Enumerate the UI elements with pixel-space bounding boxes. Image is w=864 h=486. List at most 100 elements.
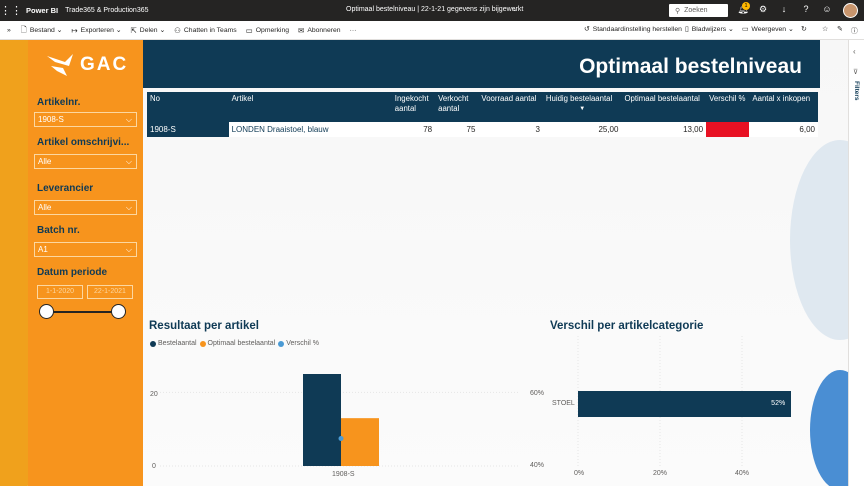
x-tick-label: 1908-S: [332, 471, 355, 478]
edit-icon[interactable]: ✎: [837, 25, 843, 33]
date-slider-end-handle[interactable]: [111, 304, 126, 319]
comment-icon: ▭: [245, 25, 253, 35]
report-canvas: GAC Artikelnr. 1908-S ⌵ Artikel omschrijv…: [0, 40, 848, 486]
date-slider-track[interactable]: [46, 311, 118, 313]
article-dropdown[interactable]: 1908-S ⌵: [34, 112, 137, 127]
mail-icon: ✉: [298, 25, 305, 35]
point-verschil[interactable]: [338, 436, 344, 442]
column-header[interactable]: Aantal x inkopen: [749, 92, 818, 122]
legend-dot: [278, 340, 285, 347]
star-icon[interactable]: ☆: [822, 25, 828, 33]
data-table: No Artikel Ingekocht aantal Verkocht aan…: [147, 92, 818, 137]
column-header[interactable]: Huidig bestelaantal ▼: [542, 92, 622, 122]
table-cell: 13,00: [621, 122, 707, 137]
chevron-down-icon: ⌵: [125, 157, 132, 166]
subscribe-button[interactable]: ✉ Abonneren: [298, 26, 341, 35]
bar-optimaal-bestelaantal[interactable]: [341, 418, 379, 466]
teams-icon: ⚇: [174, 25, 181, 35]
logo-wings-icon: [47, 54, 73, 76]
table-row[interactable]: 1908-S LONDEN Draaistoel, blauw 78 75 3 …: [147, 122, 818, 137]
report-title-bar[interactable]: Optimaal bestelniveau | 22-1-21 gegevens…: [346, 6, 523, 13]
background-shape: [790, 140, 848, 340]
column-header[interactable]: No: [147, 92, 229, 122]
column-header[interactable]: Voorraad aantal: [478, 92, 543, 122]
filter-label-description: Artikel omschrijvi...: [37, 137, 130, 148]
column-header[interactable]: Verkocht aantal: [435, 92, 479, 122]
chevron-down-icon[interactable]: ⌄: [512, 5, 518, 13]
filter-icon: ⊽: [853, 69, 859, 76]
teams-chat-button[interactable]: ⚇ Chatten in Teams: [174, 26, 237, 35]
filters-label: Filters: [853, 81, 860, 101]
export-icon: ↦: [71, 25, 78, 35]
notification-badge: 1: [742, 2, 750, 10]
download-icon[interactable]: ↓: [777, 4, 791, 14]
gear-icon[interactable]: ⚙: [756, 4, 770, 15]
date-from-input[interactable]: 1-1-2020: [37, 285, 83, 299]
search-icon: ⚲: [675, 7, 681, 15]
workspace-name[interactable]: Trade365 & Production365: [65, 7, 148, 14]
app-name[interactable]: Power BI: [26, 6, 58, 15]
title-bar: ⋮⋮ Power BI Trade365 & Production365 Opt…: [0, 0, 864, 21]
table-cell: LONDEN Draaistoel, blauw: [228, 122, 392, 137]
table-cell-highlight: 52%: [706, 122, 750, 137]
share-icon: ⇱: [130, 25, 137, 35]
supplier-dropdown[interactable]: Alle ⌵: [34, 200, 137, 215]
export-menu[interactable]: ↦ Exporteren ⌄: [71, 26, 121, 35]
bar-bestelaantal[interactable]: [303, 374, 341, 466]
y-tick-label: 20: [150, 391, 158, 398]
chevron-down-icon: ⌵: [125, 115, 132, 124]
comment-button[interactable]: ▭ Opmerking: [246, 26, 289, 35]
refresh-icon[interactable]: ↻: [801, 25, 807, 33]
bookmarks-menu[interactable]: ▯ Bladwijzers ⌄: [685, 25, 734, 34]
chevron-down-icon: ⌵: [125, 245, 132, 254]
batch-dropdown[interactable]: A1 ⌵: [34, 242, 137, 257]
column-header[interactable]: Ingekocht aantal: [391, 92, 436, 122]
column-header[interactable]: Optimaal bestelaantal: [621, 92, 707, 122]
expand-nav-icon[interactable]: »: [7, 27, 11, 34]
reset-button[interactable]: ↺ Standaardinstelling herstellen: [584, 25, 682, 34]
legend-item[interactable]: Bestelaantal: [150, 340, 197, 347]
column-header[interactable]: Artikel: [228, 92, 392, 122]
table-cell: 75: [435, 122, 479, 137]
chevron-left-icon[interactable]: ‹: [853, 47, 856, 56]
bookmark-icon: ▯: [685, 26, 689, 33]
share-button[interactable]: ⇱ Delen ⌄: [131, 26, 166, 35]
reset-icon: ↺: [584, 26, 590, 33]
x-tick-label: 40%: [735, 470, 750, 477]
table-cell: 6,00: [749, 122, 818, 137]
table-header-row: No Artikel Ingekocht aantal Verkocht aan…: [147, 92, 818, 122]
filter-label-batch: Batch nr.: [37, 225, 80, 236]
feedback-icon[interactable]: ☺: [820, 4, 834, 14]
avatar[interactable]: [843, 3, 858, 18]
chart2-bar[interactable]: 52%: [578, 391, 792, 417]
date-slider-start-handle[interactable]: [39, 304, 54, 319]
chart-title: Verschil per artikelcategorie: [550, 320, 704, 332]
description-dropdown[interactable]: Alle ⌵: [34, 154, 137, 169]
view-menu[interactable]: ▭ Weergeven ⌄: [742, 25, 794, 34]
filter-label-article: Artikelnr.: [37, 97, 81, 108]
app-launcher-icon[interactable]: ⋮⋮: [0, 4, 22, 17]
table-cell: 3: [478, 122, 543, 137]
date-to-input[interactable]: 22-1-2021: [87, 285, 133, 299]
help-icon[interactable]: ?: [799, 4, 813, 14]
logo-text: GAC: [80, 54, 129, 75]
y-tick-label: 60%: [530, 390, 545, 397]
filter-label-period: Datum periode: [37, 267, 108, 278]
chart-title: Resultaat per artikel: [149, 320, 259, 332]
file-menu[interactable]: 🗋 Bestand ⌄: [21, 24, 63, 37]
column-header[interactable]: Verschil %: [706, 92, 750, 122]
table-cell: 78: [391, 122, 436, 137]
info-icon[interactable]: ⓘ: [851, 25, 858, 35]
more-options-button[interactable]: ···: [350, 27, 357, 34]
legend-item[interactable]: Verschil %: [278, 340, 319, 347]
filters-pane[interactable]: ‹ ⊽ Filters: [848, 40, 864, 486]
report-header: Optimaal bestelniveau: [143, 40, 820, 88]
legend-item[interactable]: Optimaal bestelaantal: [199, 340, 275, 347]
bar-data-label: 52%: [771, 400, 786, 407]
page-title: Optimaal bestelniveau: [579, 55, 802, 78]
filter-label-supplier: Leverancier: [37, 183, 94, 194]
y-tick-label: 40%: [530, 462, 545, 469]
view-icon: ▭: [742, 26, 749, 33]
search-input[interactable]: ⚲ Zoeken: [669, 4, 728, 17]
legend-dot: [150, 340, 156, 347]
